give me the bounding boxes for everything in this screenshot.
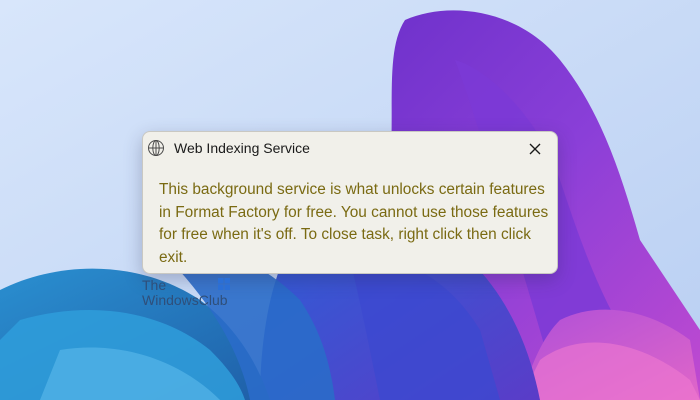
close-button[interactable]	[521, 136, 549, 162]
notification-dialog: Web Indexing Service This background ser…	[142, 131, 558, 274]
close-icon	[529, 143, 541, 155]
watermark-line2: WindowsClub	[142, 292, 228, 308]
watermark: The WindowsClub	[142, 278, 252, 310]
dialog-message: This background service is what unlocks …	[159, 181, 549, 266]
globe-icon	[147, 139, 165, 157]
watermark-line1: The	[142, 277, 167, 293]
windows-logo-icon	[218, 278, 230, 290]
dialog-titlebar[interactable]: Web Indexing Service	[143, 132, 557, 164]
dialog-title: Web Indexing Service	[174, 140, 310, 156]
